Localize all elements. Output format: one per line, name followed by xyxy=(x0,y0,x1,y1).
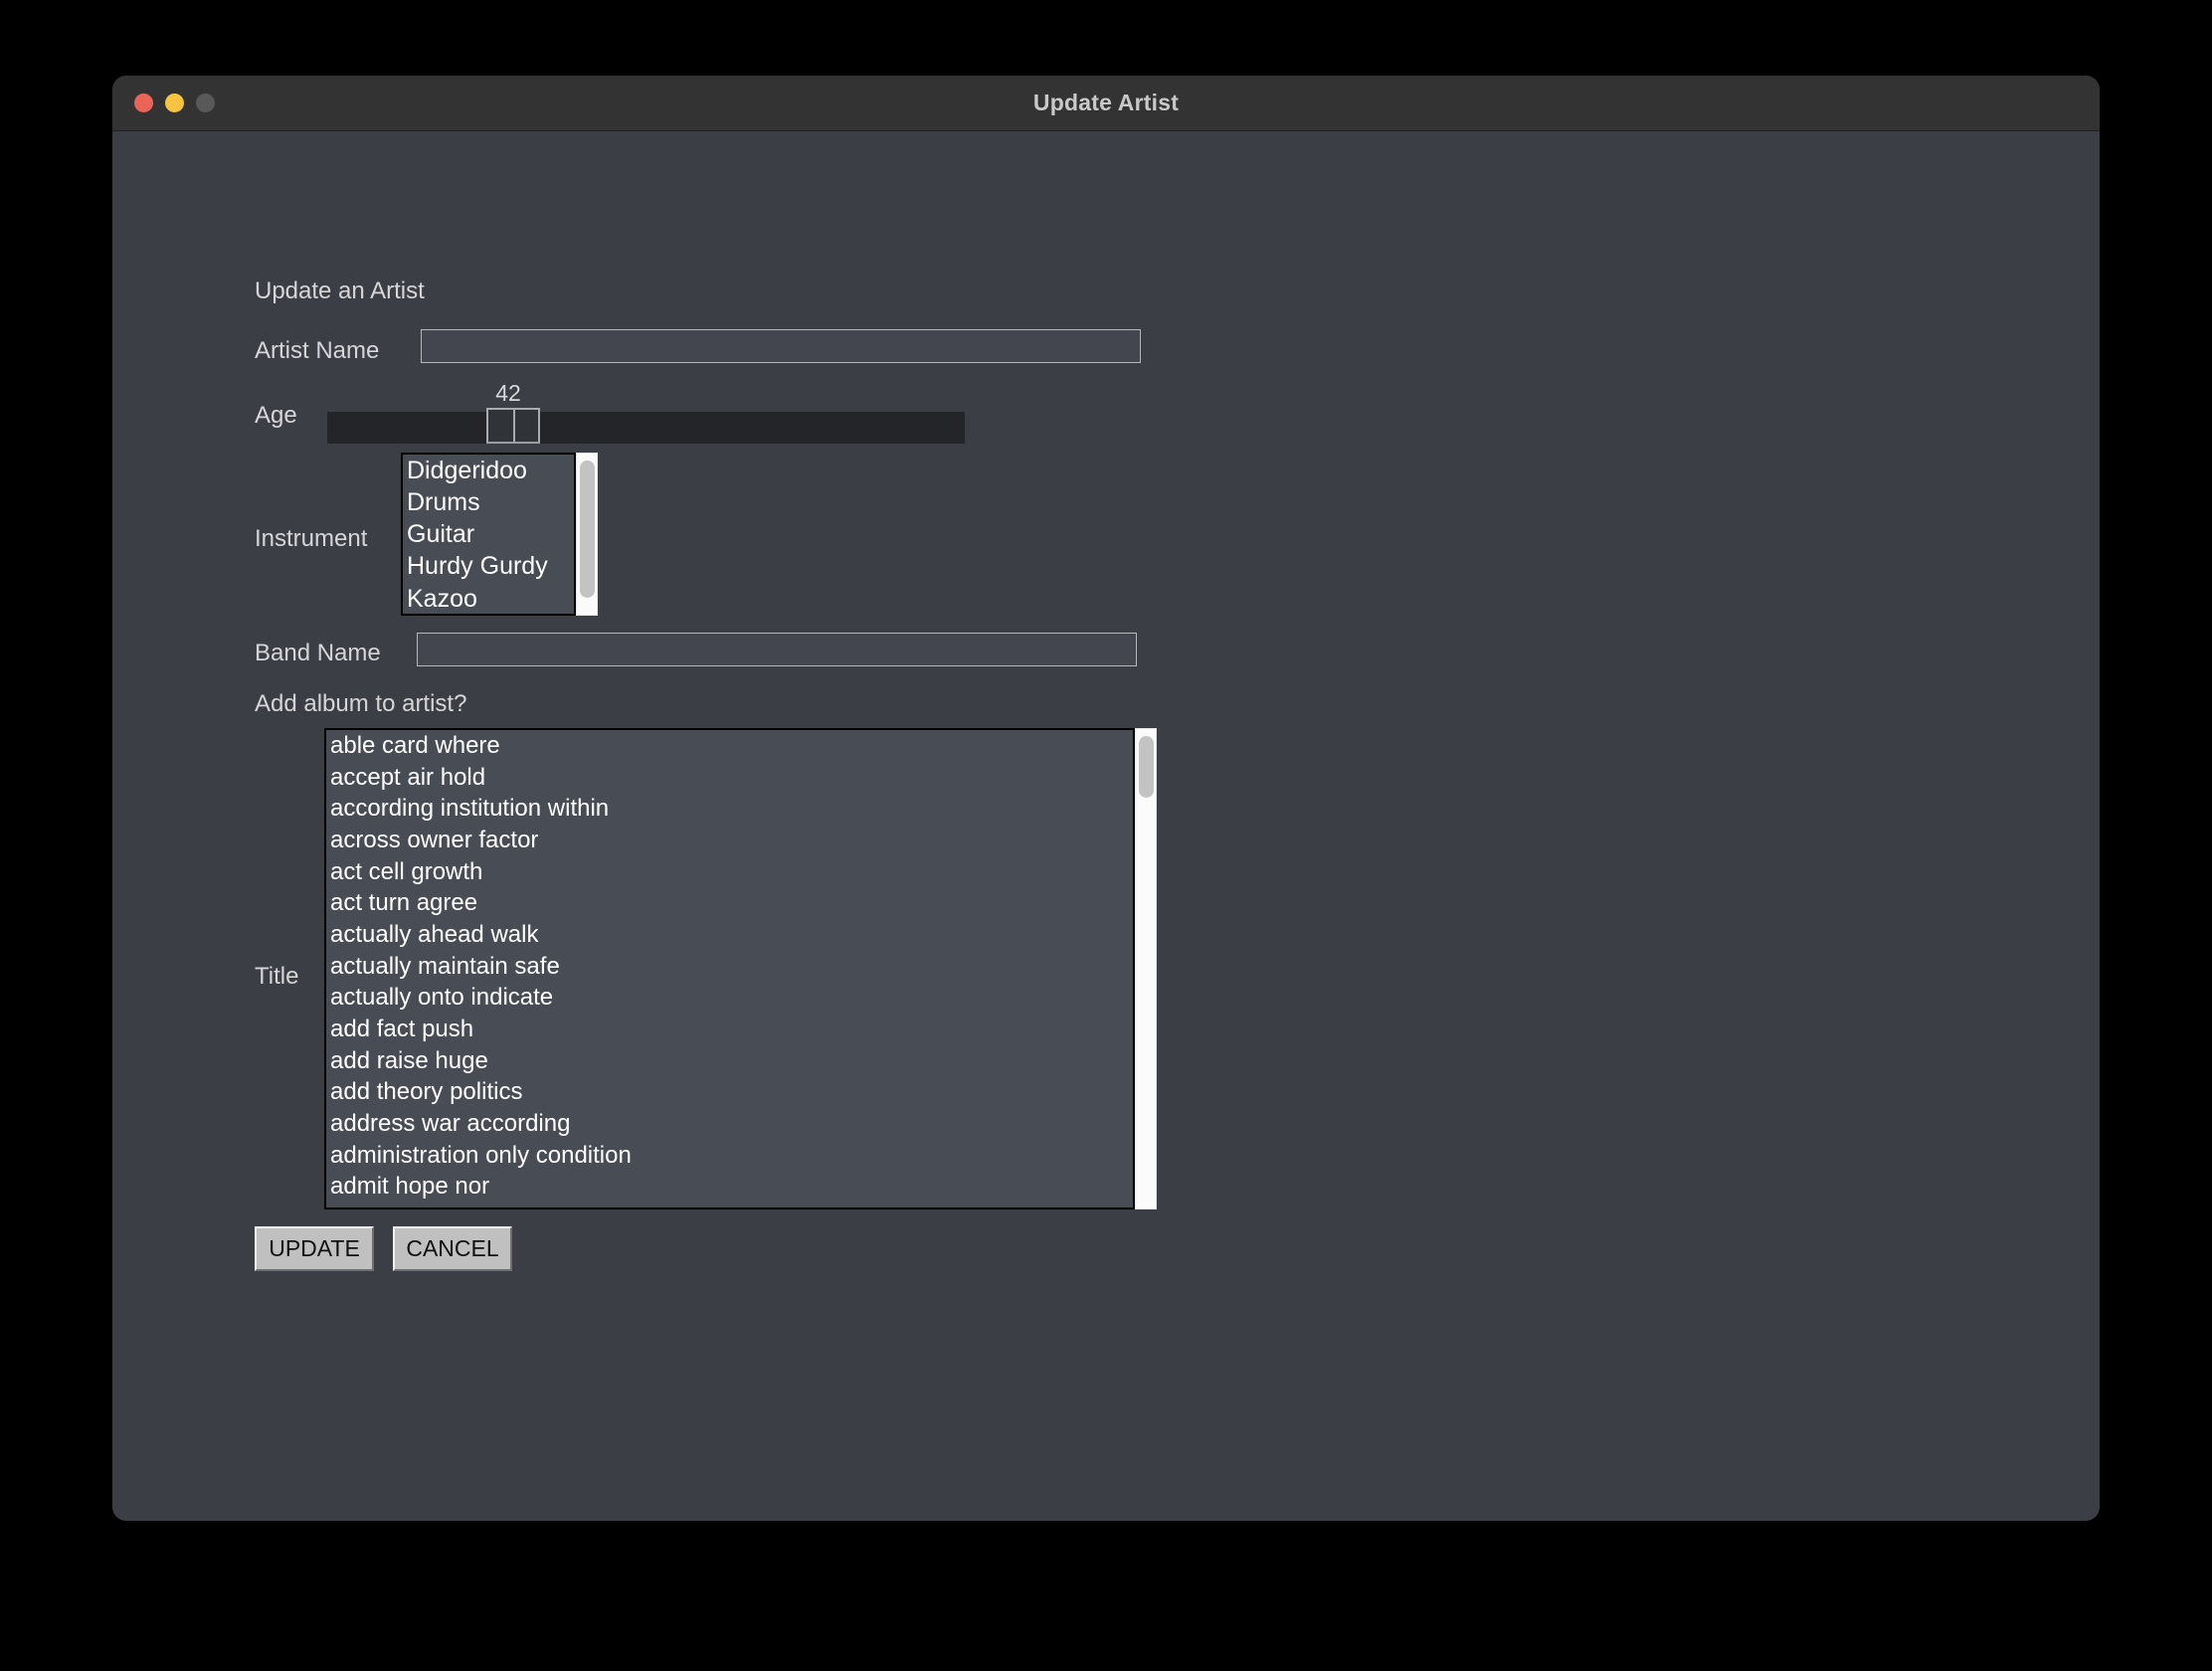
title-option[interactable]: address war according xyxy=(326,1108,1133,1140)
artist-name-label: Artist Name xyxy=(255,337,380,364)
cancel-button[interactable]: CANCEL xyxy=(393,1226,512,1271)
instrument-option[interactable]: Didgeridoo xyxy=(403,455,574,486)
title-scrollbar[interactable] xyxy=(1135,728,1157,1209)
instrument-option[interactable]: Kazoo xyxy=(403,583,574,615)
zoom-window-button[interactable] xyxy=(196,93,215,112)
traffic-light-group xyxy=(134,93,215,112)
instrument-option[interactable]: Hurdy Gurdy xyxy=(403,550,574,582)
band-name-label: Band Name xyxy=(255,640,381,666)
instrument-label: Instrument xyxy=(255,525,368,552)
age-label: Age xyxy=(255,402,297,429)
page-heading: Update an Artist xyxy=(255,278,425,304)
title-option[interactable]: able card where xyxy=(326,730,1133,762)
age-slider-track[interactable] xyxy=(327,408,965,444)
instrument-listbox-shell: Didgeridoo Drums Guitar Hurdy Gurdy Kazoo xyxy=(401,453,598,616)
add-album-question: Add album to artist? xyxy=(255,690,467,717)
instrument-listbox[interactable]: Didgeridoo Drums Guitar Hurdy Gurdy Kazoo xyxy=(401,453,576,616)
title-option[interactable]: administration only condition xyxy=(326,1140,1133,1172)
title-option[interactable]: actually ahead walk xyxy=(326,919,1133,951)
minimize-window-button[interactable] xyxy=(165,93,184,112)
window-title: Update Artist xyxy=(1032,90,1180,115)
age-slider-handle[interactable] xyxy=(486,408,540,444)
instrument-option[interactable]: Drums xyxy=(403,486,574,518)
title-option[interactable]: add theory politics xyxy=(326,1076,1133,1108)
title-scrollbar-thumb[interactable] xyxy=(1139,736,1154,798)
title-label: Title xyxy=(255,963,299,990)
instrument-scrollbar[interactable] xyxy=(576,453,598,616)
form-body: Update an Artist Artist Name Age 42 Inst… xyxy=(112,131,2100,1521)
instrument-scrollbar-thumb[interactable] xyxy=(580,461,595,598)
update-artist-window: Update Artist Update an Artist Artist Na… xyxy=(112,76,2100,1521)
age-slider-value: 42 xyxy=(495,380,521,406)
title-option[interactable]: according institution within xyxy=(326,793,1133,825)
window-titlebar: Update Artist xyxy=(112,76,2100,131)
title-option[interactable]: actually maintain safe xyxy=(326,951,1133,983)
title-option[interactable]: act turn agree xyxy=(326,887,1133,919)
title-option[interactable]: admit hope nor xyxy=(326,1171,1133,1203)
title-listbox-shell: able card where accept air hold according … xyxy=(324,728,1157,1209)
artist-name-input[interactable] xyxy=(421,329,1141,363)
title-option[interactable]: act cell growth xyxy=(326,856,1133,888)
close-window-button[interactable] xyxy=(134,93,153,112)
title-option[interactable]: actually onto indicate xyxy=(326,982,1133,1014)
title-option[interactable]: across owner factor xyxy=(326,825,1133,856)
instrument-option[interactable]: Guitar xyxy=(403,518,574,550)
title-option[interactable]: add fact push xyxy=(326,1014,1133,1045)
title-option[interactable]: add raise huge xyxy=(326,1045,1133,1077)
title-listbox[interactable]: able card where accept air hold according … xyxy=(324,728,1135,1209)
band-name-input[interactable] xyxy=(417,633,1137,666)
update-button[interactable]: UPDATE xyxy=(255,1226,374,1271)
title-option[interactable]: accept air hold xyxy=(326,762,1133,794)
